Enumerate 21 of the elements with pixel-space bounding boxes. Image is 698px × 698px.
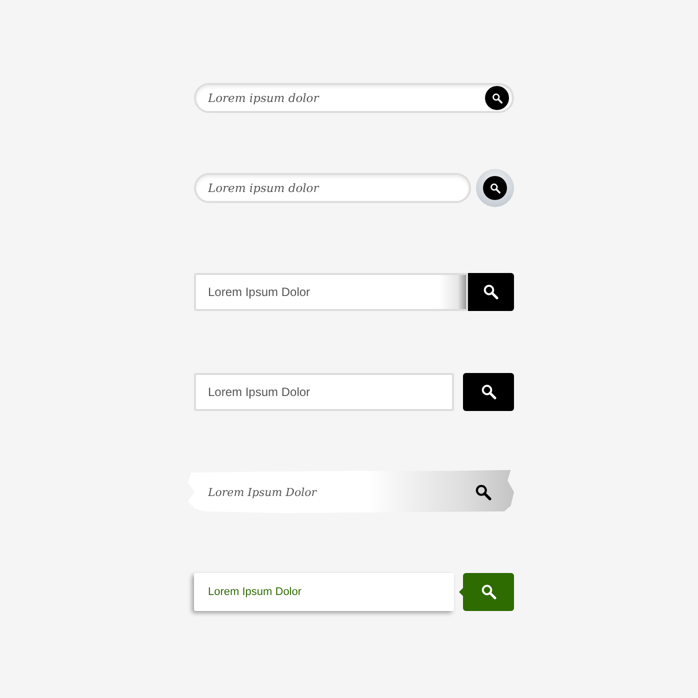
search-field[interactable]: Lorem Ipsum Dolor (208, 469, 475, 515)
search-button[interactable] (476, 169, 514, 207)
search-field[interactable]: Lorem Ipsum Dolor (208, 275, 466, 309)
search-field[interactable]: Lorem ipsum dolor (194, 83, 514, 113)
search-field[interactable]: Lorem Ipsum Dolor (194, 373, 454, 411)
search-field[interactable]: Lorem ipsum dolor (208, 175, 466, 201)
search-field[interactable]: Lorem Ipsum Dolor (188, 469, 514, 515)
search-icon (492, 92, 502, 104)
search-button[interactable] (475, 484, 492, 500)
search-field[interactable]: Lorem ipsum dolor (194, 173, 472, 203)
search-icon (490, 182, 501, 194)
search-field[interactable]: Lorem Ipsum Dolor (208, 375, 452, 409)
search-button[interactable] (485, 86, 509, 110)
search-button[interactable] (463, 373, 514, 411)
search-field[interactable]: Lorem Ipsum Dolor (194, 273, 468, 311)
search-icon (475, 484, 492, 500)
search-field[interactable]: Lorem ipsum dolor (208, 85, 485, 111)
search-button[interactable] (468, 273, 514, 311)
search-icon (480, 384, 496, 400)
search-icon (480, 584, 496, 600)
search-icon (483, 284, 499, 300)
